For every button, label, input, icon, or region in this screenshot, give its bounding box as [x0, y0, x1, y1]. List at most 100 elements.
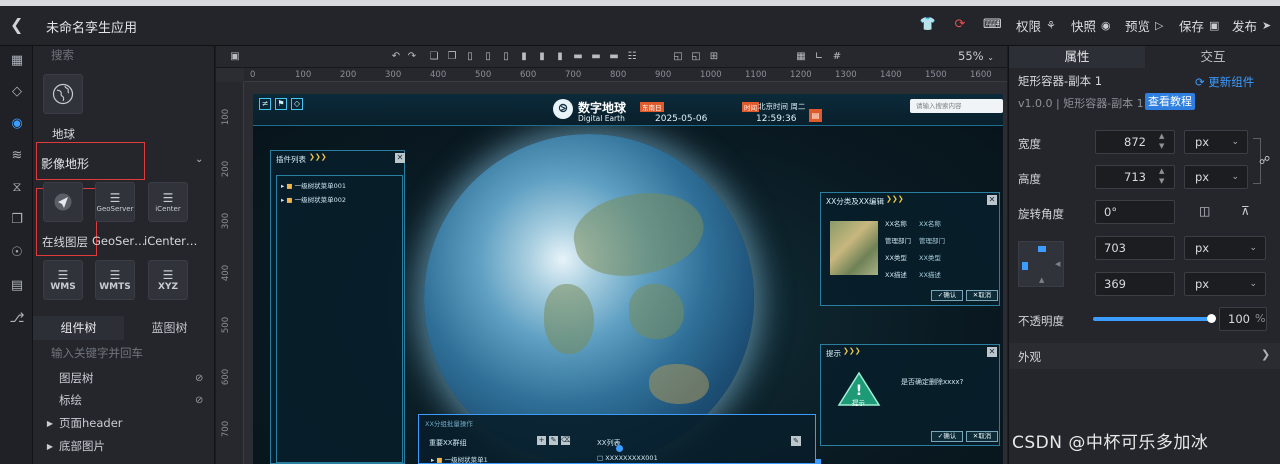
layers-icon[interactable]: ◇: [291, 98, 303, 110]
align-icon[interactable]: ▯: [463, 50, 477, 64]
tab-component-tree[interactable]: 组件树: [33, 316, 124, 340]
eye-off-icon[interactable]: ⊘: [195, 373, 203, 384]
y-unit-select[interactable]: px ⌄: [1184, 272, 1266, 296]
chart-icon[interactable]: ≋: [8, 147, 26, 165]
fit-icon[interactable]: ◱: [689, 50, 703, 64]
group-icon[interactable]: ❏: [427, 50, 441, 64]
undo-icon[interactable]: ↶: [389, 50, 403, 64]
appearance-section[interactable]: 外观 ❯: [1009, 343, 1280, 369]
layers-icon[interactable]: ◇: [8, 83, 26, 101]
bottom-panel[interactable]: XX分组批量操作 重要XX群组 + ✎ ⌫ ▸ ■ 一级树状菜单1 XX列表 ✎…: [418, 414, 816, 464]
tab-interaction[interactable]: 交互: [1145, 46, 1280, 68]
back-icon[interactable]: ❮: [10, 15, 26, 35]
save-button[interactable]: 保存 ▣: [1179, 16, 1219, 34]
earth-card[interactable]: [43, 74, 83, 114]
geoserver-card[interactable]: ☰ GeoServer: [95, 182, 135, 222]
fit-icon[interactable]: ◱: [671, 50, 685, 64]
refresh-icon[interactable]: ⟳: [951, 16, 969, 34]
wmts-card[interactable]: ☰ WMTS: [95, 260, 135, 300]
align-top-icon[interactable]: ▬: [571, 50, 585, 64]
section-title[interactable]: 影像地形: [41, 155, 89, 172]
list-item[interactable]: □ XXXXXXXXX001: [597, 454, 658, 462]
globe-icon[interactable]: ◉: [8, 115, 26, 133]
flip-horizontal-icon[interactable]: ◫: [1199, 204, 1210, 218]
close-icon[interactable]: ✕: [987, 347, 997, 357]
height-unit-select[interactable]: px ⌄: [1184, 165, 1248, 189]
align-middle-icon[interactable]: ▬: [589, 50, 603, 64]
snapshot-button[interactable]: 快照 ◉: [1071, 16, 1111, 34]
cube-icon[interactable]: ⧖: [8, 179, 26, 197]
opacity-slider[interactable]: [1093, 317, 1211, 321]
scene-search-input[interactable]: 请输入搜索内容: [910, 99, 1003, 113]
preview-button[interactable]: 预览 ▷: [1125, 16, 1163, 34]
align-icon[interactable]: ▯: [481, 50, 495, 64]
x-input[interactable]: 703: [1095, 236, 1175, 260]
tree-item[interactable]: ▸ ■ 一级树状菜单001: [281, 180, 346, 190]
grid-view-icon[interactable]: ▦: [794, 50, 808, 64]
selection-handle[interactable]: [616, 445, 623, 452]
distribute-icon[interactable]: ☷: [625, 50, 639, 64]
library-search-input[interactable]: 搜索: [51, 47, 201, 62]
tree-item[interactable]: ▶ 页面header: [33, 412, 215, 434]
selection-handle[interactable]: [815, 459, 821, 464]
user-icon[interactable]: ☉: [8, 244, 26, 262]
align-bottom-icon[interactable]: ▬: [607, 50, 621, 64]
chevron-down-icon[interactable]: ⌄: [195, 154, 203, 165]
redo-icon[interactable]: ↷: [405, 50, 419, 64]
align-icon[interactable]: ▯: [499, 50, 513, 64]
cancel-button[interactable]: ✕取消: [966, 431, 998, 442]
tutorial-button[interactable]: 查看教程: [1145, 93, 1195, 110]
permission-button[interactable]: 权限 ⚘: [1016, 16, 1056, 34]
rotate-input[interactable]: 0°: [1095, 200, 1175, 224]
align-right-icon[interactable]: ▮: [553, 50, 567, 64]
trash-icon[interactable]: ⌫: [561, 436, 571, 445]
confirm-button[interactable]: ✓确认: [931, 431, 963, 442]
edit-icon[interactable]: ✎: [791, 436, 801, 446]
tab-blueprint-tree[interactable]: 蓝图树: [124, 316, 215, 340]
caret-right-icon[interactable]: ▶: [43, 419, 57, 428]
online-layer-card[interactable]: [43, 182, 83, 222]
ruler-icon[interactable]: ∟: [812, 50, 826, 64]
branch-icon[interactable]: ⎇: [8, 310, 26, 328]
report-icon[interactable]: ▤: [809, 109, 822, 122]
tree-item[interactable]: 标绘 ⊘: [33, 389, 215, 411]
ungroup-icon[interactable]: ❐: [445, 50, 459, 64]
anchor-selector[interactable]: ◀ ▲: [1018, 241, 1064, 287]
scene-preview[interactable]: ≠ ⚑ ◇ ⧁ 数字地球 Digital Earth 东南日 2025-05-0…: [253, 94, 1003, 464]
hash-icon[interactable]: #: [830, 50, 844, 64]
tree-item[interactable]: ▶ 底部图片: [33, 435, 215, 457]
tree-item[interactable]: ▸ ■ 一级树状菜单002: [281, 194, 346, 204]
eye-off-icon[interactable]: ⊘: [195, 395, 203, 406]
cancel-button[interactable]: ✕取消: [966, 290, 998, 301]
confirm-button[interactable]: ✓确认: [931, 290, 963, 301]
flag-icon[interactable]: ⚑: [275, 98, 287, 110]
expand-icon[interactable]: ≠: [259, 98, 271, 110]
grid-icon[interactable]: ▦: [8, 52, 26, 70]
xyz-card[interactable]: ☰ XYZ: [148, 260, 188, 300]
close-icon[interactable]: ✕: [987, 195, 997, 205]
folder-icon[interactable]: ▤: [8, 277, 26, 295]
tree-search-input[interactable]: 输入关键字并回车: [51, 345, 143, 361]
edit-icon[interactable]: ✎: [549, 436, 558, 445]
add-icon[interactable]: +: [537, 436, 546, 445]
x-unit-select[interactable]: px ⌄: [1184, 236, 1266, 260]
publish-button[interactable]: 发布 ➤: [1232, 16, 1271, 34]
copy-icon[interactable]: ❐: [8, 211, 26, 229]
update-component-link[interactable]: ⟳ 更新组件: [1195, 74, 1254, 90]
width-unit-select[interactable]: px ⌄: [1184, 130, 1248, 154]
flip-vertical-icon[interactable]: ⊼: [1241, 204, 1250, 218]
lock-icon[interactable]: ☍: [1259, 154, 1270, 167]
shirt-icon[interactable]: 👕: [919, 16, 937, 34]
frame-icon[interactable]: ▣: [228, 50, 242, 64]
stepper-icon[interactable]: ▲ ▼: [1159, 166, 1164, 186]
zoom-select[interactable]: 55% ⌄: [958, 49, 994, 63]
stepper-icon[interactable]: ▲ ▼: [1159, 131, 1164, 151]
grid-small-icon[interactable]: ⊞: [707, 50, 721, 64]
icenter-card[interactable]: ☰ iCenter: [148, 182, 188, 222]
align-left-icon[interactable]: ▮: [517, 50, 531, 64]
align-center-icon[interactable]: ▮: [535, 50, 549, 64]
tree-item[interactable]: ▸ ■ 一级树状菜单1: [431, 454, 488, 464]
y-input[interactable]: 369: [1095, 272, 1175, 296]
close-icon[interactable]: ✕: [395, 153, 405, 163]
caret-right-icon[interactable]: ▶: [43, 442, 57, 451]
